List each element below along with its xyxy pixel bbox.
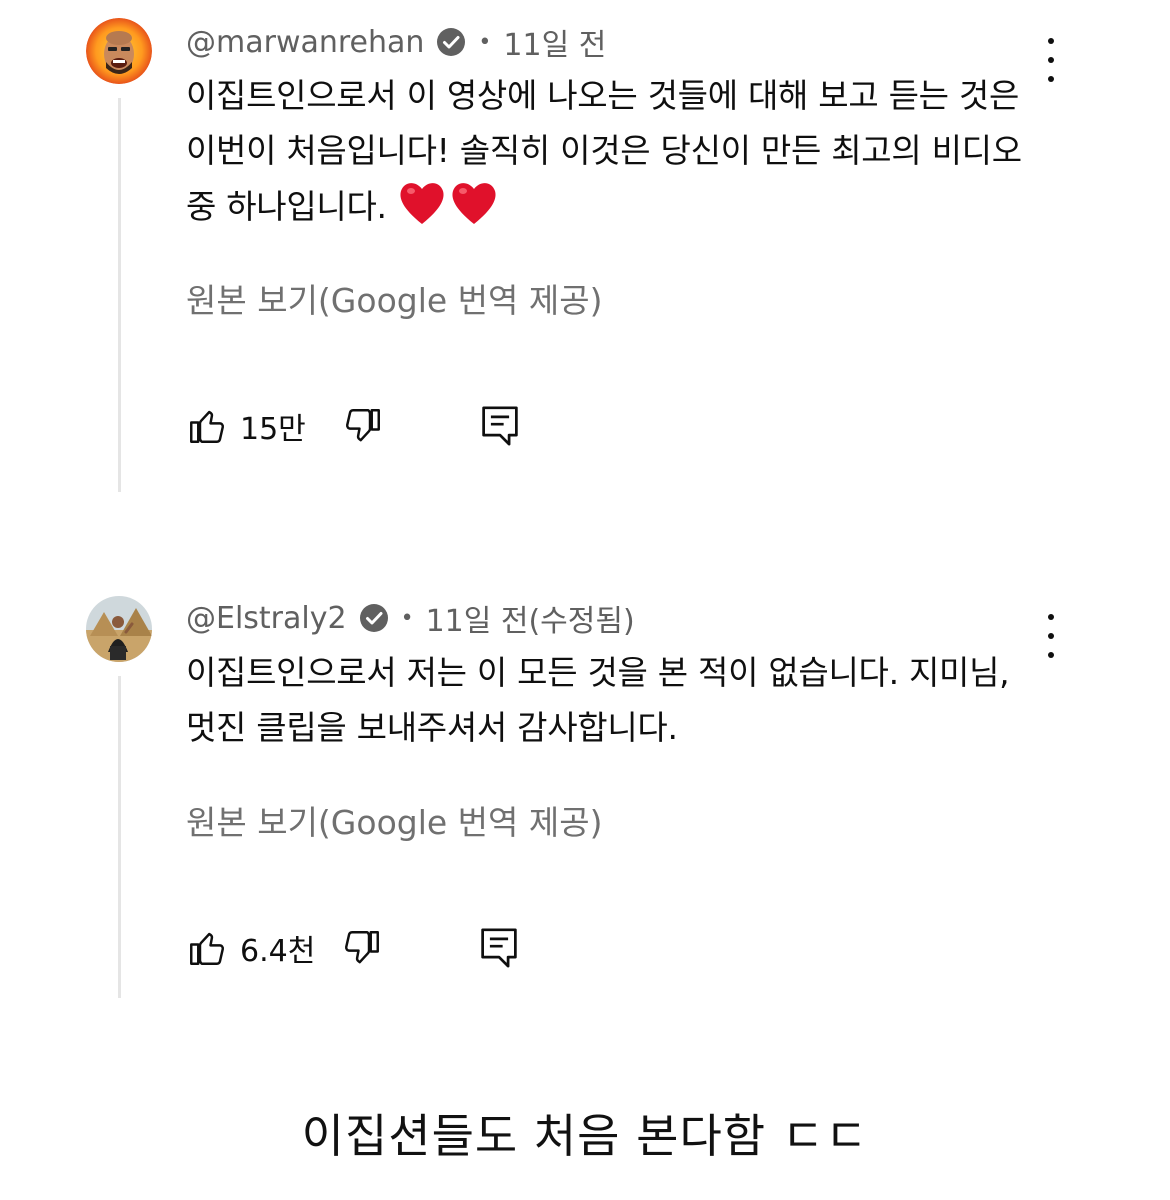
like-button[interactable]: 15만: [186, 404, 306, 448]
separator-dot: •: [400, 605, 414, 631]
dislike-button[interactable]: [341, 927, 383, 969]
comment-actions: 6.4천: [186, 926, 519, 970]
reply-comment-icon: [482, 406, 518, 446]
thumbs-up-icon: [190, 932, 225, 965]
avatar[interactable]: [86, 596, 152, 662]
comment-text-block: 이집트인으로서 이 영상에 나오는 것들에 대해 보고 듣는 것은 이번이 처음…: [186, 68, 1046, 244]
thumbs-down-icon: [345, 931, 380, 964]
comment-text: 이집트인으로서 저는 이 모든 것을 본 적이 없습니다. 지미님, 멋진 클립…: [186, 653, 1010, 747]
comment-timestamp: 11일 전(수정됨): [425, 604, 635, 639]
more-vertical-icon: [1048, 614, 1054, 620]
author-handle[interactable]: @Elstraly2: [186, 601, 347, 636]
reply-button[interactable]: [480, 404, 520, 448]
thread-line: [118, 98, 121, 492]
like-button[interactable]: 6.4천: [186, 926, 315, 970]
avatar[interactable]: [86, 18, 152, 84]
comment-text-block: 이집트인으로서 저는 이 모든 것을 본 적이 없습니다. 지미님, 멋진 클립…: [186, 645, 1046, 755]
separator-dot: •: [478, 29, 492, 55]
dislike-button[interactable]: [342, 405, 384, 447]
verified-check-icon: [359, 603, 389, 633]
like-count: 6.4천: [240, 934, 316, 969]
reply-comment-icon: [481, 928, 518, 968]
comment-timestamp: 11일 전: [503, 28, 607, 63]
thread-line: [118, 676, 121, 998]
see-original-link[interactable]: 원본 보기(Google 번역 제공): [186, 796, 602, 844]
see-original-link[interactable]: 원본 보기(Google 번역 제공): [186, 274, 602, 322]
like-count: 15만: [240, 412, 306, 447]
author-handle[interactable]: @marwanrehan: [186, 25, 424, 60]
comment-meta: @Elstraly2 • 11일 전(수정됨): [186, 598, 635, 640]
comment-text: 이집트인으로서 이 영상에 나오는 것들에 대해 보고 듣는 것은 이번이 처음…: [186, 76, 1022, 226]
verified-check-icon: [436, 27, 466, 57]
thumbs-down-icon: [345, 409, 380, 442]
thumbs-up-icon: [190, 410, 225, 443]
comment-actions: 15만: [186, 404, 520, 448]
reply-button[interactable]: [479, 926, 519, 970]
red-heart-emoji: [397, 178, 497, 244]
comment-meta: @marwanrehan • 11일 전: [186, 22, 607, 64]
caption-text: 이집션들도 처음 본다함 ㄷㄷ: [301, 1109, 869, 1163]
more-vertical-icon: [1048, 38, 1054, 44]
